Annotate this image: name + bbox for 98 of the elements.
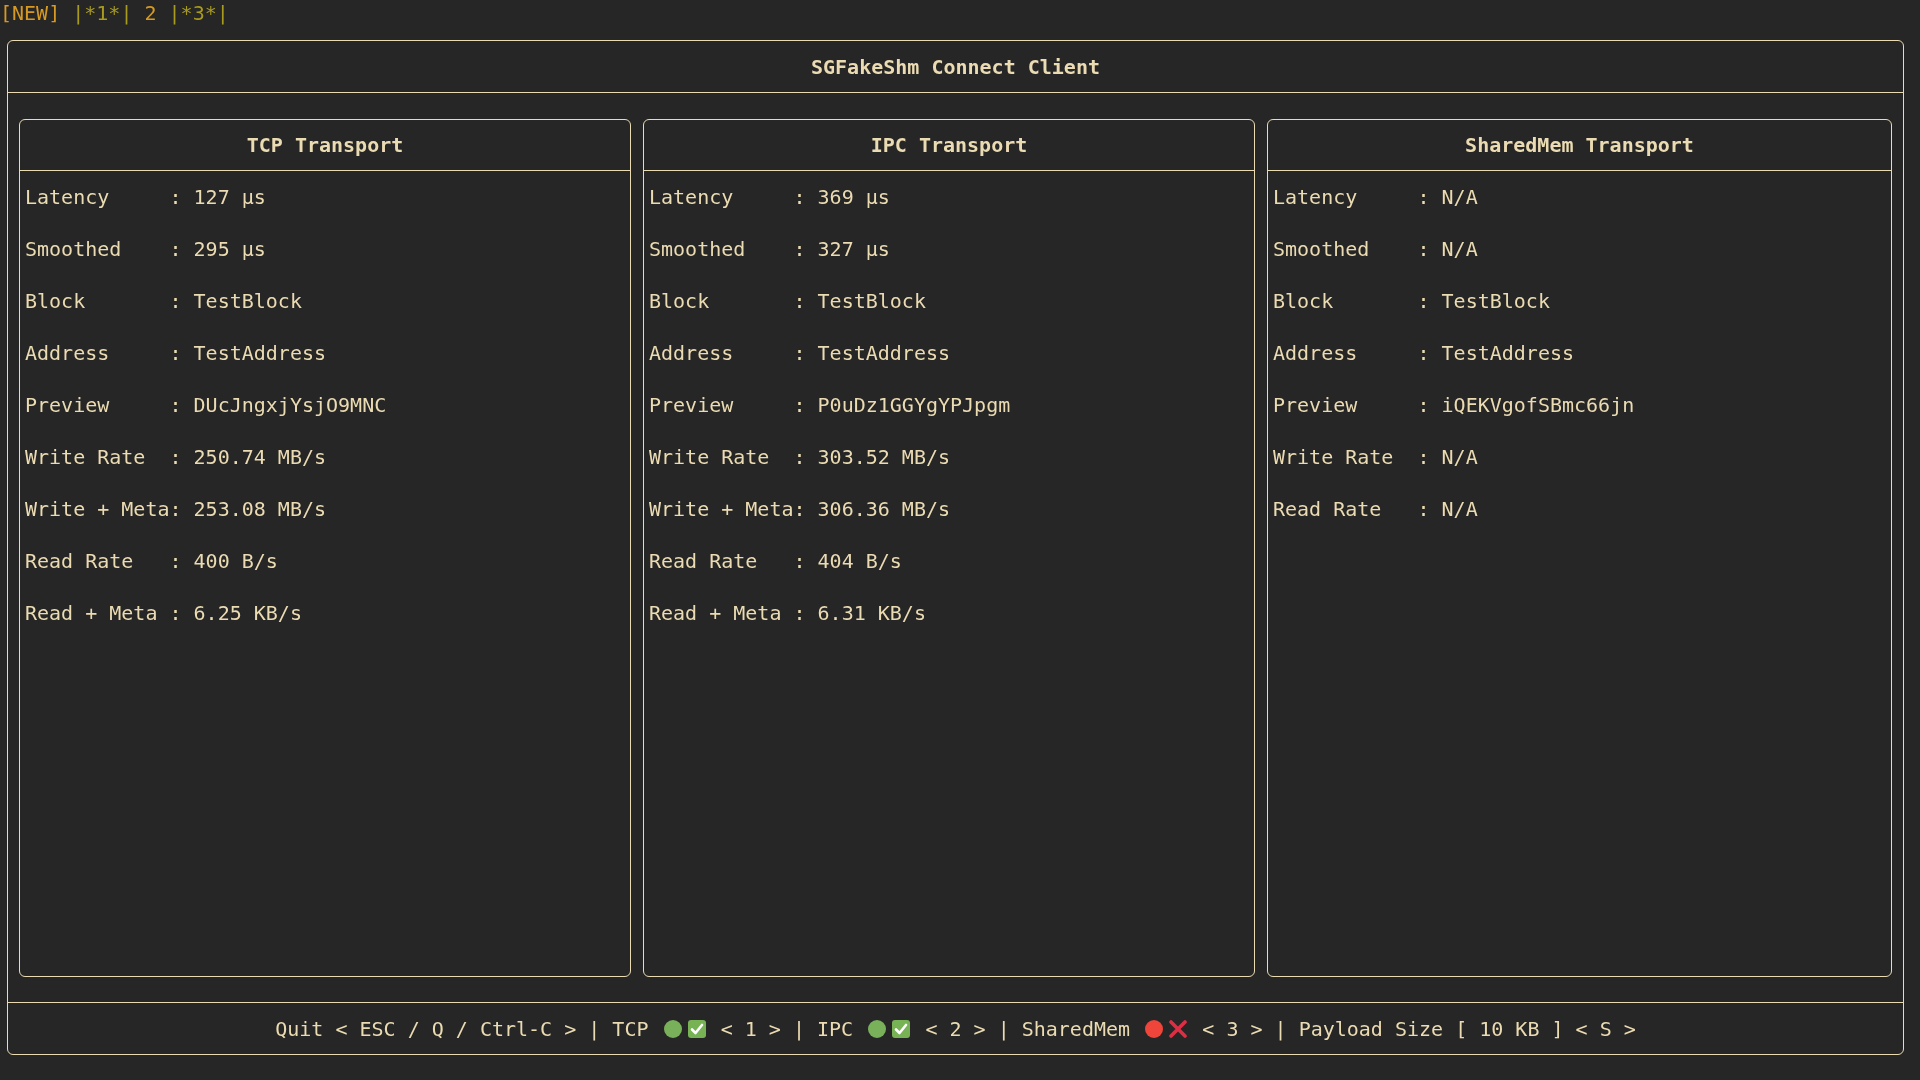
window-list-label: |*3*|: [168, 0, 229, 26]
pipe-separator: |: [997, 1016, 1010, 1041]
shortcut-label: Quit: [275, 1016, 324, 1041]
shortcut-keys: < 1 >: [720, 1016, 781, 1041]
field-value: TestAddress: [817, 341, 950, 365]
field-label: Read Rate: [649, 549, 759, 573]
window-list-label: [NEW]: [0, 0, 61, 26]
field-value: 127 µs: [193, 185, 266, 209]
label-colon: :: [169, 445, 182, 469]
pipe-separator: |: [1274, 1016, 1287, 1041]
field-value: 303.52 MB/s: [817, 445, 950, 469]
shortcut-keys: < ESC / Q / Ctrl-C >: [335, 1016, 577, 1041]
field-label: Latency: [1273, 185, 1359, 209]
field-label: Write Rate: [649, 445, 771, 469]
field-label: Address: [649, 341, 735, 365]
field-label: Address: [1273, 341, 1359, 365]
field-value: DUcJngxjYsjO9MNC: [193, 393, 387, 417]
panel-title: IPC Transport: [870, 133, 1028, 157]
label-colon: :: [1417, 497, 1430, 521]
label-colon: :: [793, 393, 806, 417]
label-colon: :: [1417, 341, 1430, 365]
label-colon: :: [169, 497, 182, 521]
field-value: 400 B/s: [193, 549, 278, 573]
label-colon: :: [1417, 445, 1430, 469]
field-label: Latency: [25, 185, 111, 209]
label-colon: :: [169, 185, 182, 209]
field-value: 327 µs: [817, 237, 890, 261]
label-colon: :: [169, 341, 182, 365]
label-colon: :: [169, 549, 182, 573]
field-value: 306.36 MB/s: [817, 497, 950, 521]
field-label: Smoothed: [25, 237, 123, 261]
transport-label: SharedMem: [1021, 1016, 1131, 1041]
field-value: 253.08 MB/s: [193, 497, 326, 521]
field-label: Write Rate: [25, 445, 147, 469]
window-list-label: |*1*|: [72, 0, 133, 26]
label-colon: :: [793, 549, 806, 573]
field-value: N/A: [1441, 497, 1478, 521]
field-label: Smoothed: [1273, 237, 1371, 261]
transport-label: IPC: [817, 1016, 854, 1041]
field-label: Read + Meta: [649, 601, 783, 625]
label-colon: :: [793, 445, 806, 469]
field-label: Preview: [649, 393, 735, 417]
label-colon: :: [1417, 237, 1430, 261]
field-value: 250.74 MB/s: [193, 445, 326, 469]
field-value: TestAddress: [193, 341, 326, 365]
field-value: 6.31 KB/s: [817, 601, 926, 625]
label-colon: :: [169, 289, 182, 313]
field-value: N/A: [1441, 445, 1478, 469]
field-value: 6.25 KB/s: [193, 601, 302, 625]
label-colon: :: [793, 185, 806, 209]
field-label: Preview: [25, 393, 111, 417]
shortcut-keys: < 3 >: [1202, 1016, 1263, 1041]
field-label: Write + Meta: [25, 497, 170, 521]
window-title: SGFakeShm Connect Client: [811, 54, 1100, 79]
window-list-label: 2: [144, 0, 157, 26]
field-label: Preview: [1273, 393, 1359, 417]
label-colon: :: [793, 601, 806, 625]
label-colon: :: [793, 341, 806, 365]
field-value: 404 B/s: [817, 549, 902, 573]
field-value: 369 µs: [817, 185, 890, 209]
field-label: Block: [1273, 289, 1335, 313]
pipe-separator: |: [792, 1016, 805, 1041]
field-label: Latency: [649, 185, 735, 209]
field-value: TestAddress: [1441, 341, 1574, 365]
transport-label: TCP: [612, 1016, 649, 1041]
panel-title: TCP Transport: [246, 133, 404, 157]
field-label: Read Rate: [25, 549, 135, 573]
field-label: Block: [649, 289, 711, 313]
label-colon: :: [169, 601, 182, 625]
field-value: TestBlock: [817, 289, 926, 313]
field-value: iQEKVgofSBmc66jn: [1441, 393, 1635, 417]
label-colon: :: [793, 497, 806, 521]
field-value: TestBlock: [193, 289, 302, 313]
field-value: N/A: [1441, 185, 1478, 209]
field-label: Write + Meta: [649, 497, 794, 521]
panel-title: SharedMem Transport: [1465, 133, 1694, 157]
field-label: Read Rate: [1273, 497, 1383, 521]
field-label: Smoothed: [649, 237, 747, 261]
field-value: P0uDz1GGYgYPJpgm: [817, 393, 1011, 417]
field-label: Read + Meta: [25, 601, 159, 625]
field-value: TestBlock: [1441, 289, 1550, 313]
label-colon: :: [169, 237, 182, 261]
shortcut-keys: < S >: [1575, 1016, 1636, 1041]
label-colon: :: [1417, 185, 1430, 209]
field-label: Block: [25, 289, 87, 313]
label-colon: :: [793, 237, 806, 261]
label-colon: :: [793, 289, 806, 313]
field-value: 295 µs: [193, 237, 266, 261]
field-value: N/A: [1441, 237, 1478, 261]
setting-value: [ 10 KB ]: [1455, 1016, 1564, 1041]
pipe-separator: |: [588, 1016, 601, 1041]
label-colon: :: [169, 393, 182, 417]
label-colon: :: [1417, 393, 1430, 417]
label-colon: :: [1417, 289, 1430, 313]
field-label: Write Rate: [1273, 445, 1395, 469]
setting-label: Payload Size: [1298, 1016, 1444, 1041]
field-label: Address: [25, 341, 111, 365]
shortcut-keys: < 2 >: [925, 1016, 986, 1041]
